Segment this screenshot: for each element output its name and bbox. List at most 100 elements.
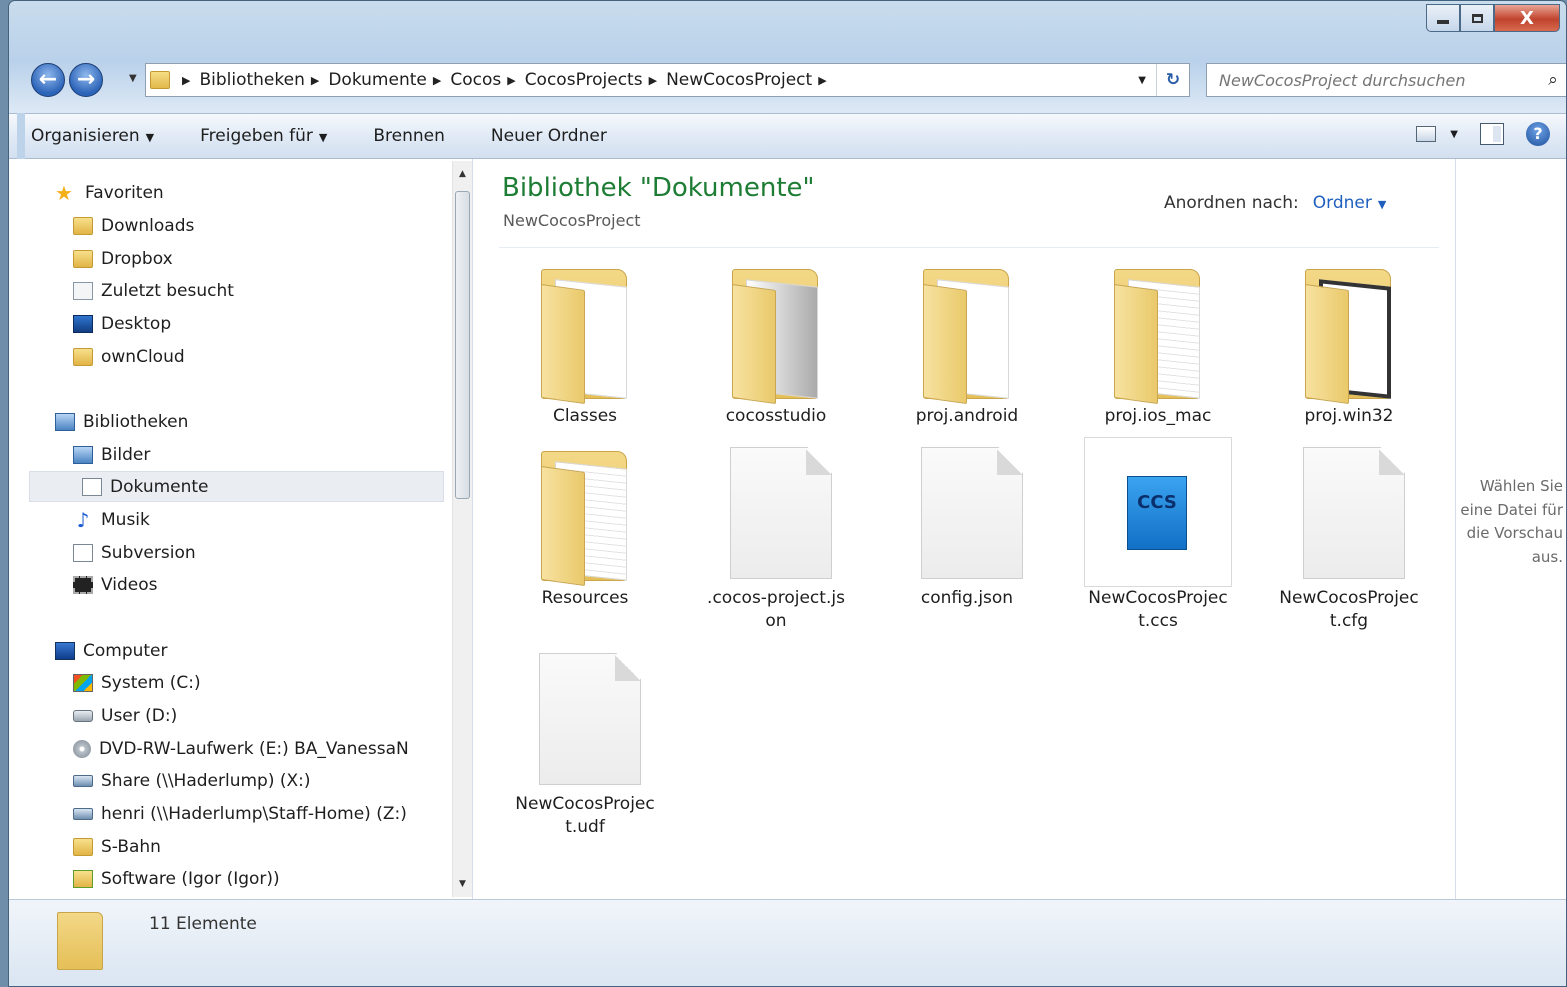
breadcrumb-separator-icon[interactable]: ▶ [649, 74, 657, 87]
pictures-library-icon [73, 445, 93, 464]
nav-item-dokumente[interactable]: Dokumente [29, 471, 444, 502]
file-item-resources[interactable]: Resources [511, 437, 659, 610]
breadcrumb-separator-icon[interactable]: ▶ [818, 74, 826, 87]
scroll-down-icon[interactable]: ▼ [453, 879, 472, 889]
hard-drive-icon [73, 709, 93, 722]
minimize-button[interactable] [1426, 4, 1460, 32]
network-drive-icon [73, 807, 93, 820]
back-button[interactable]: ← [31, 63, 65, 97]
breadcrumb-separator-icon[interactable]: ▶ [311, 74, 319, 87]
nav-item-drive-d[interactable]: User (D:) [73, 700, 177, 731]
libraries-icon [55, 412, 75, 431]
folder-icon [732, 269, 826, 405]
nav-item-drive-z[interactable]: henri (\\Haderlump\Staff-Home) (Z:) [73, 798, 407, 829]
search-icon[interactable]: ⌕ [1538, 70, 1566, 90]
file-item-newcocosproject-ccs[interactable]: CCS NewCocosProjec t.ccs [1084, 437, 1232, 633]
chevron-down-icon: ▼ [318, 131, 328, 144]
preview-pane-button[interactable] [1480, 123, 1504, 145]
help-icon[interactable]: ? [1526, 122, 1550, 146]
share-with-button[interactable]: Freigeben für ▼ [200, 126, 327, 146]
library-icon [73, 543, 93, 562]
address-history-dropdown[interactable]: ▼ [1128, 75, 1156, 86]
breadcrumb-item[interactable]: CocosProjects ▶ [525, 70, 666, 90]
preview-pane: Wählen Sie eine Datei für die Vorschau a… [1455, 159, 1566, 899]
nav-item-bilder[interactable]: Bilder [73, 439, 150, 470]
breadcrumb-separator-icon[interactable]: ▶ [433, 74, 441, 87]
nav-item-subversion[interactable]: Subversion [73, 537, 196, 568]
documents-library-icon [82, 477, 102, 496]
chevron-down-icon: ▼ [1138, 74, 1146, 86]
nav-item-drive-c[interactable]: System (C:) [73, 667, 201, 698]
file-item-proj-ios-mac[interactable]: proj.ios_mac [1084, 255, 1232, 428]
file-item-proj-win32[interactable]: proj.win32 [1275, 255, 1423, 428]
search-box[interactable]: ⌕ [1206, 63, 1566, 97]
breadcrumb-item[interactable]: NewCocosProject ▶ [666, 70, 836, 90]
search-input[interactable] [1207, 69, 1538, 91]
recent-pages-dropdown[interactable]: ▼ [129, 73, 137, 84]
folder-icon [1114, 269, 1208, 405]
folder-icon [73, 837, 93, 856]
address-bar[interactable]: ▶ Bibliotheken ▶ Dokumente ▶ Cocos ▶ CocosP… [145, 63, 1190, 97]
refresh-button[interactable]: ↻ [1156, 64, 1189, 96]
library-subtitle: NewCocosProject [503, 211, 641, 230]
chevron-down-icon: ▼ [1450, 128, 1458, 140]
chevron-down-icon: ▼ [145, 131, 155, 144]
maximize-icon [1471, 13, 1483, 23]
nav-item-videos[interactable]: Videos [73, 569, 158, 600]
folder-icon [150, 71, 170, 89]
shared-folder-icon [73, 869, 93, 888]
back-arrow-icon: ← [38, 67, 58, 92]
scroll-up-icon[interactable]: ▲ [453, 169, 472, 179]
nav-computer[interactable]: Computer [55, 635, 168, 666]
nav-item-dropbox[interactable]: Dropbox [73, 243, 173, 274]
file-item-cocosstudio[interactable]: cocosstudio [702, 255, 850, 428]
file-item-cocos-project-json[interactable]: .cocos-project.js on [702, 437, 850, 633]
burn-button[interactable]: Brennen [373, 126, 445, 146]
view-icon [1416, 126, 1437, 142]
film-strip-icon [73, 575, 93, 594]
nav-item-recent[interactable]: Zuletzt besucht [73, 275, 234, 306]
nav-item-s-bahn[interactable]: S-Bahn [73, 831, 161, 862]
file-item-config-json[interactable]: config.json [893, 437, 1041, 610]
computer-icon [55, 641, 75, 660]
explorer-window: X ← → ▼ ▶ Bibliotheken ▶ Dokumente ▶ Cocos… [8, 0, 1567, 987]
nav-favorites[interactable]: ★ Favoriten [55, 177, 164, 208]
forward-button[interactable]: → [69, 63, 103, 97]
refresh-icon: ↻ [1165, 70, 1181, 90]
minimize-icon [1437, 20, 1449, 24]
maximize-button[interactable] [1460, 4, 1494, 32]
file-item-newcocosproject-cfg[interactable]: NewCocosProjec t.cfg [1275, 437, 1423, 633]
change-view-button[interactable]: ▼ [1416, 126, 1458, 142]
arrange-by-dropdown[interactable]: Ordner ▼ [1313, 193, 1387, 213]
library-title: Bibliothek "Dokumente" [502, 173, 815, 203]
network-drive-icon [73, 774, 93, 787]
address-row: ← → ▼ ▶ Bibliotheken ▶ Dokumente ▶ Cocos ▶ … [31, 59, 1566, 101]
chevron-down-icon: ▼ [1377, 198, 1387, 211]
breadcrumb-separator-icon[interactable]: ▶ [507, 74, 515, 87]
desktop-icon [73, 314, 93, 333]
breadcrumb-item[interactable]: Bibliotheken ▶ [199, 70, 328, 90]
organize-button[interactable]: Organisieren ▼ [31, 126, 154, 146]
command-bar: Organisieren ▼ Freigeben für ▼ Brennen Neu… [9, 113, 1566, 159]
nav-item-software[interactable]: Software (Igor (Igor)) [73, 863, 280, 894]
breadcrumb-item[interactable]: Dokumente ▶ [328, 70, 450, 90]
nav-item-drive-e[interactable]: DVD-RW-Laufwerk (E:) BA_VanessaN [73, 733, 409, 764]
nav-item-downloads[interactable]: Downloads [73, 210, 194, 241]
nav-scrollbar[interactable]: ▲ ▼ [452, 161, 472, 897]
folder-icon [1305, 269, 1399, 405]
details-pane: 11 Elemente [9, 899, 1566, 986]
nav-libraries[interactable]: Bibliotheken [55, 406, 188, 437]
breadcrumb-item[interactable]: Cocos ▶ [450, 70, 524, 90]
nav-item-owncloud[interactable]: ownCloud [73, 341, 185, 372]
nav-item-musik[interactable]: ♪ Musik [73, 504, 150, 535]
file-item-newcocosproject-udf[interactable]: NewCocosProjec t.udf [511, 643, 659, 839]
recent-places-icon [73, 281, 93, 300]
scroll-thumb[interactable] [455, 191, 470, 499]
new-folder-button[interactable]: Neuer Ordner [491, 126, 607, 146]
file-item-classes[interactable]: Classes [511, 255, 659, 428]
file-list: Bibliothek "Dokumente" NewCocosProject A… [473, 159, 1455, 899]
nav-item-desktop[interactable]: Desktop [73, 308, 171, 339]
file-item-proj-android[interactable]: proj.android [893, 255, 1041, 428]
close-button[interactable]: X [1494, 4, 1560, 32]
nav-item-drive-x[interactable]: Share (\\Haderlump) (X:) [73, 765, 311, 796]
